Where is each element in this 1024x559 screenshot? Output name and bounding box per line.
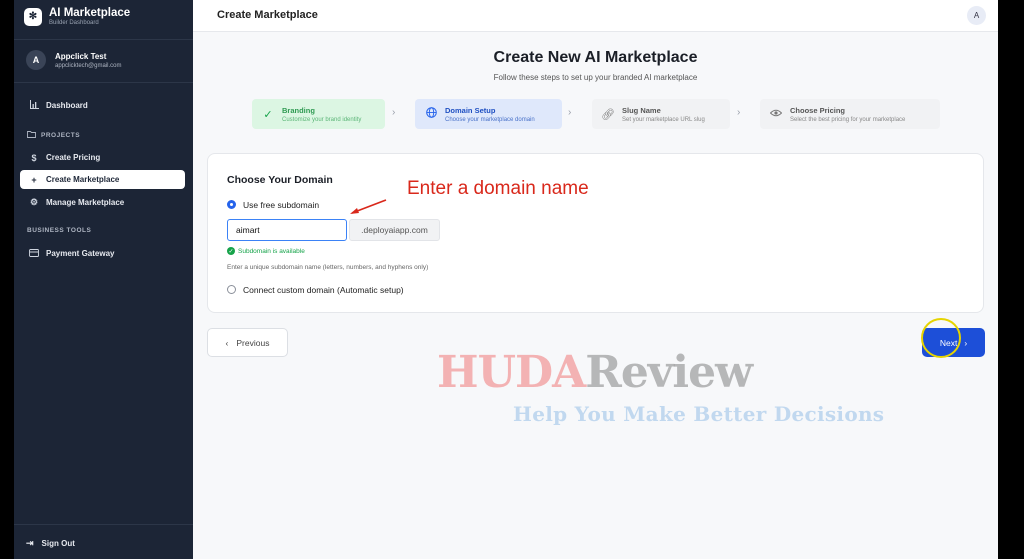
divider	[14, 524, 193, 525]
plus-icon: +	[31, 174, 37, 185]
step-choose-pricing[interactable]: Choose Pricing Select the best pricing f…	[760, 99, 940, 129]
check-icon: ✓	[263, 108, 273, 121]
main-subheading: Follow these steps to set up your brande…	[493, 73, 698, 82]
sidebar-item-manage-marketplace[interactable]: ⚙ Manage Marketplace	[20, 193, 185, 212]
page-title: Create Marketplace	[217, 9, 318, 21]
folder-icon	[27, 131, 36, 140]
free-subdomain-label[interactable]: Use free subdomain	[243, 200, 319, 210]
sidebar-item-create-marketplace[interactable]: + Create Marketplace	[20, 170, 185, 189]
availability-status: ✓ Subdomain is available	[227, 247, 305, 255]
top-bar: Create Marketplace A	[193, 0, 998, 32]
sidebar-item-label: Payment Gateway	[46, 249, 115, 258]
card-title: Choose Your Domain	[227, 174, 333, 186]
brand-title: AI Marketplace	[49, 7, 131, 19]
sidebar-item-label: Dashboard	[46, 101, 88, 110]
user-profile[interactable]: A Appclick Test appclicktech@gmail.com	[26, 50, 121, 70]
sidebar-item-payment-gateway[interactable]: Payment Gateway	[20, 244, 185, 263]
app-window: ✻ AI Marketplace Builder Dashboard A App…	[14, 0, 998, 559]
check-circle-icon: ✓	[227, 247, 235, 255]
chevron-right-icon: ›	[392, 107, 396, 118]
domain-suffix: .deployaiapp.com	[349, 219, 440, 241]
sidebar-item-label: Manage Marketplace	[46, 198, 125, 207]
divider	[14, 82, 193, 83]
annotation-arrow-icon	[350, 199, 387, 214]
sign-out-button[interactable]: ⇥ Sign Out	[26, 538, 75, 549]
step-domain-setup[interactable]: Domain Setup Choose your marketplace dom…	[415, 99, 562, 129]
chevron-left-icon: ‹	[225, 337, 229, 348]
sidebar-item-create-pricing[interactable]: $ Create Pricing	[20, 148, 185, 167]
sidebar: ✻ AI Marketplace Builder Dashboard A App…	[14, 0, 193, 559]
brand-subtitle: Builder Dashboard	[49, 20, 99, 26]
cursor-highlight	[921, 318, 961, 358]
globe-icon	[423, 107, 439, 121]
sidebar-item-label: Create Pricing	[46, 153, 101, 162]
step-slug-name[interactable]: 🔗︎ Slug Name Set your marketplace URL sl…	[592, 99, 730, 129]
gear-icon: ⚙	[29, 197, 39, 207]
dollar-icon: $	[31, 152, 37, 163]
watermark-logo: HUDAReview	[437, 347, 753, 398]
user-email: appclicktech@gmail.com	[55, 62, 122, 69]
eye-icon	[768, 108, 784, 120]
step-branding[interactable]: ✓ Branding Customize your brand identity	[252, 99, 385, 129]
link-icon: 🔗︎	[601, 108, 615, 121]
avatar: A	[26, 50, 46, 70]
custom-domain-label[interactable]: Connect custom domain (Automatic setup)	[243, 285, 404, 295]
chevron-right-icon: ›	[568, 107, 572, 118]
domain-card: Choose Your Domain Use free subdomain .d…	[207, 153, 984, 313]
sidebar-item-label: Create Marketplace	[46, 175, 120, 184]
chevron-right-icon: ›	[737, 107, 741, 118]
subdomain-input[interactable]	[227, 219, 347, 241]
bar-chart-icon	[28, 100, 40, 111]
previous-button[interactable]: ‹ Previous	[207, 328, 288, 357]
main-heading: Create New AI Marketplace	[493, 49, 698, 66]
user-name: Appclick Test	[55, 51, 107, 61]
logout-icon: ⇥	[26, 538, 34, 548]
brand-logo-icon: ✻	[24, 7, 42, 26]
sidebar-item-dashboard[interactable]: Dashboard	[20, 96, 185, 115]
subdomain-hint: Enter a unique subdomain name (letters, …	[227, 264, 429, 271]
annotation-text: Enter a domain name	[407, 178, 589, 199]
watermark-tagline: Help You Make Better Decisions	[513, 402, 885, 426]
free-subdomain-radio[interactable]	[227, 200, 236, 209]
custom-domain-radio[interactable]	[227, 285, 236, 294]
brand: ✻ AI Marketplace Builder Dashboard	[24, 7, 130, 26]
section-label-business-tools: BUSINESS TOOLS	[27, 227, 92, 234]
section-label-projects: PROJECTS	[27, 131, 80, 140]
credit-card-icon	[28, 248, 40, 259]
chevron-right-icon: ›	[964, 337, 968, 348]
avatar[interactable]: A	[967, 6, 986, 25]
divider	[14, 39, 193, 40]
